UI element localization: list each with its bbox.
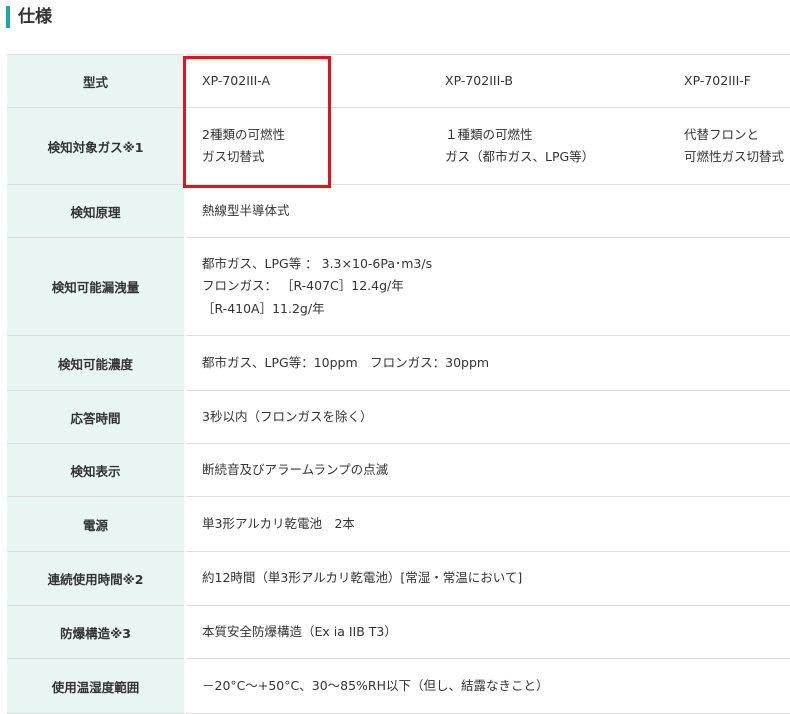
section-accent-bar [6,6,10,28]
model-a: XP-702III-A [202,72,271,88]
table-row-model: 型式 XP-702III-A XP-702III-B XP-702III-F [7,54,790,108]
model-b-cell: XP-702III-B [437,54,678,108]
row-label-continuous: 連続使用時間※2 [7,551,186,606]
model-f-cell: XP-702III-F [678,54,790,108]
row-label-explosion: 防爆構造※3 [7,605,186,659]
table-row-continuous: 連続使用時間※2 約12時間（単3形アルカリ乾電池）[常湿・常温において] [7,551,790,606]
leak-line-2: フロンガス： ［R-407C］12.4g/年 [202,278,404,294]
response-value: 3秒以内（フロンガスを除く） [202,408,373,424]
gas-b-cell: １種類の可燃性 ガス（都市ガス、LPG等） [437,107,678,185]
gas-a-line-1: 2種類の可燃性 [202,126,285,142]
row-label-principle: 検知原理 [7,184,186,238]
gas-b-line-1: １種類の可燃性 [445,126,533,142]
section-header: 仕様 [0,0,790,36]
row-label-concentration: 検知可能濃度 [7,335,186,391]
continuous-value: 約12時間（単3形アルカリ乾電池）[常湿・常温において] [202,570,523,586]
table-row-principle: 検知原理 熱線型半導体式 [7,184,790,238]
row-label-model: 型式 [7,54,186,108]
gas-b: １種類の可燃性 ガス（都市ガス、LPG等） [437,124,678,169]
table-row-response: 応答時間 3秒以内（フロンガスを除く） [7,390,790,444]
leak-line-1: 都市ガス、LPG等 ： 3.3×10-6Pa･m3/s [202,255,433,271]
temperature-cell: －20°C～+50°C、30～85%RH以下（但し、結露なきこと） [185,658,790,714]
gas-f-line-2: 可燃性ガス切替式 [684,149,785,164]
gas-b-line-2: ガス（都市ガス、LPG等） [445,149,595,164]
principle-value: 熱線型半導体式 [202,202,290,218]
model-a-cell: XP-702III-A [185,54,437,108]
gas-a-cell: 2種類の可燃性 ガス切替式 [185,107,437,185]
concentration-cell: 都市ガス、LPG等：10ppm フロンガス：30ppm [185,335,790,391]
response-cell: 3秒以内（フロンガスを除く） [185,390,790,444]
row-label-temperature: 使用温湿度範囲 [7,658,186,714]
row-label-leak: 検知可能漏洩量 [7,237,186,336]
row-label-power: 電源 [7,496,186,552]
display-value: 断続音及びアラームランプの点滅 [202,461,389,477]
table-row-leak: 検知可能漏洩量 都市ガス、LPG等 ： 3.3×10-6Pa･m3/s フロンガ… [7,237,790,336]
power-value: 単3形アルカリ乾電池 2本 [202,515,355,531]
model-b: XP-702III-B [445,72,513,88]
table-row-concentration: 検知可能濃度 都市ガス、LPG等：10ppm フロンガス：30ppm [7,335,790,391]
temperature-value: －20°C～+50°C、30～85%RH以下（但し、結露なきこと） [202,677,549,693]
principle-cell: 熱線型半導体式 [185,184,790,238]
leak-cell: 都市ガス、LPG等 ： 3.3×10-6Pa･m3/s フロンガス： ［R-40… [185,237,790,336]
explosion-cell: 本質安全防爆構造（Ex ia IIB T3） [185,605,790,659]
continuous-cell: 約12時間（単3形アルカリ乾電池）[常湿・常温において] [185,551,790,606]
table-row-gas: 検知対象ガス※1 2種類の可燃性 ガス切替式 １種類の可燃性 ガス（都市ガス、L… [7,107,790,185]
power-cell: 単3形アルカリ乾電池 2本 [185,496,790,552]
row-label-response: 応答時間 [7,390,186,444]
table-row-power: 電源 単3形アルカリ乾電池 2本 [7,496,790,552]
leak-value: 都市ガス、LPG等 ： 3.3×10-6Pa･m3/s フロンガス： ［R-40… [186,253,790,321]
table-row-explosion: 防爆構造※3 本質安全防爆構造（Ex ia IIB T3） [7,605,790,659]
gas-a: 2種類の可燃性 ガス切替式 [186,124,437,169]
table-row-display: 検知表示 断続音及びアラームランプの点滅 [7,443,790,497]
concentration-value: 都市ガス、LPG等：10ppm フロンガス：30ppm [202,354,490,370]
row-label-display: 検知表示 [7,443,186,497]
gas-f-cell: 代替フロンと 可燃性ガス切替式 [678,107,790,185]
display-cell: 断続音及びアラームランプの点滅 [185,443,790,497]
table-row-temperature: 使用温湿度範囲 －20°C～+50°C、30～85%RH以下（但し、結露なきこと… [7,658,790,714]
leak-line-3: ［R-410A］11.2g/年 [202,300,325,316]
row-label-gas: 検知対象ガス※1 [7,107,186,185]
page: 仕様 型式 XP-702III-A XP-702III-B XP-702III-… [0,0,790,714]
gas-f: 代替フロンと 可燃性ガス切替式 [678,124,790,169]
spec-table: 型式 XP-702III-A XP-702III-B XP-702III-F 検… [7,54,790,714]
gas-f-line-1: 代替フロンと [684,126,760,142]
explosion-value: 本質安全防爆構造（Ex ia IIB T3） [202,623,397,639]
section-title: 仕様 [18,7,52,27]
model-f: XP-702III-F [684,72,751,88]
gas-a-line-2: ガス切替式 [202,149,265,164]
